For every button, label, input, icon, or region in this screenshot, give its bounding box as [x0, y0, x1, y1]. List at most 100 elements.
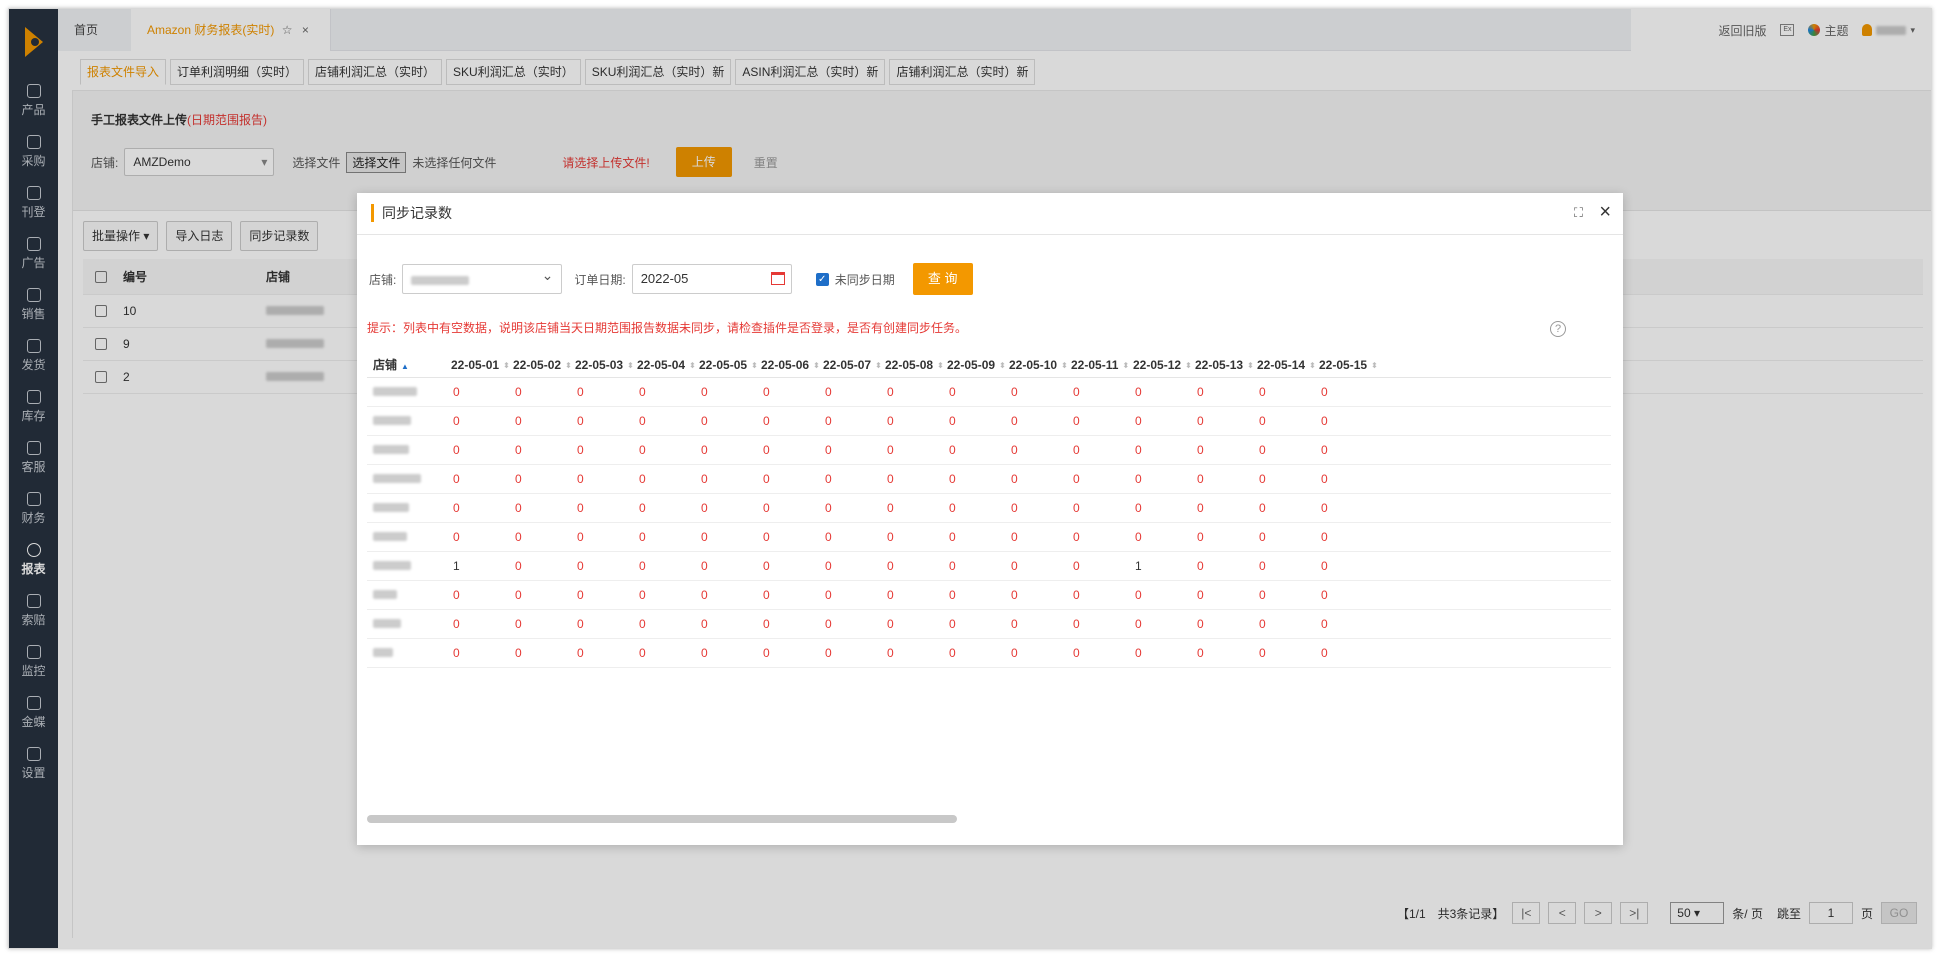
count-cell: 0 — [1003, 609, 1065, 639]
count-cell: 0 — [1003, 377, 1065, 407]
col-date-header[interactable]: 22-05-13 ⬍ — [1189, 353, 1254, 378]
count-cell: 0 — [631, 522, 693, 552]
modal-title: 同步记录数 — [371, 204, 452, 222]
count-cell: 0 — [507, 638, 569, 668]
sort-icon[interactable]: ⬍ — [751, 361, 758, 370]
col-date-header[interactable]: 22-05-10 ⬍ — [1003, 353, 1068, 378]
order-date-input[interactable]: 2022-05 — [631, 264, 792, 294]
col-date-header[interactable]: 22-05-15 ⬍ — [1313, 353, 1378, 378]
row-spacer — [1375, 435, 1611, 465]
count-cell: 0 — [1189, 377, 1251, 407]
count-cell: 0 — [941, 522, 1003, 552]
row-store — [367, 493, 445, 523]
table-row: 100000000001000 — [367, 551, 1611, 581]
count-cell: 0 — [507, 435, 569, 465]
sort-icon[interactable]: ⬍ — [1061, 361, 1068, 370]
col-date-header[interactable]: 22-05-06 ⬍ — [755, 353, 820, 378]
col-date-header[interactable]: 22-05-01 ⬍ — [445, 353, 510, 378]
count-cell: 0 — [941, 464, 1003, 494]
count-cell: 0 — [1065, 493, 1127, 523]
count-cell: 0 — [693, 377, 755, 407]
sort-icon[interactable]: ⬍ — [503, 361, 510, 370]
modal-store-select[interactable] — [402, 264, 563, 294]
count-cell: 0 — [631, 435, 693, 465]
sort-icon[interactable]: ⬍ — [875, 361, 882, 370]
col-date-header[interactable]: 22-05-09 ⬍ — [941, 353, 1006, 378]
count-cell: 0 — [1003, 551, 1065, 581]
count-cell: 0 — [569, 406, 631, 436]
count-cell: 0 — [1189, 522, 1251, 552]
sort-icon[interactable]: ⬍ — [689, 361, 696, 370]
sync-hint: 提示：列表中有空数据，说明该店铺当天日期范围报告数据未同步，请检查插件是否登录，… — [367, 321, 968, 335]
count-cell: 0 — [569, 464, 631, 494]
sort-asc-icon[interactable]: ▲ — [401, 362, 409, 371]
expand-icon[interactable]: ⛶ — [1574, 205, 1583, 221]
count-cell: 0 — [1065, 435, 1127, 465]
col-date-header[interactable]: 22-05-07 ⬍ — [817, 353, 882, 378]
count-cell: 0 — [569, 522, 631, 552]
count-cell: 0 — [445, 580, 507, 610]
sort-icon[interactable]: ⬍ — [999, 361, 1006, 370]
col-date-header[interactable]: 22-05-04 ⬍ — [631, 353, 696, 378]
row-store — [367, 406, 445, 436]
count-cell: 0 — [817, 493, 879, 523]
count-cell: 0 — [507, 377, 569, 407]
count-cell: 0 — [631, 580, 693, 610]
count-cell: 0 — [445, 464, 507, 494]
table-row: 000000000000000 — [367, 522, 1611, 552]
close-icon[interactable]: × — [1599, 201, 1611, 224]
col-date-header[interactable]: 22-05-02 ⬍ — [507, 353, 572, 378]
col-date-header[interactable]: 22-05-03 ⬍ — [569, 353, 634, 378]
sort-icon[interactable]: ⬍ — [627, 361, 634, 370]
col-date-header[interactable]: 22-05-12 ⬍ — [1127, 353, 1192, 378]
count-cell: 0 — [879, 638, 941, 668]
row-store — [367, 435, 445, 465]
sort-icon[interactable]: ⬍ — [1371, 361, 1378, 370]
count-cell: 0 — [817, 609, 879, 639]
row-store — [367, 551, 445, 581]
col-date-header[interactable]: 22-05-05 ⬍ — [693, 353, 758, 378]
col-date-header[interactable]: 22-05-14 ⬍ — [1251, 353, 1316, 378]
count-cell: 0 — [1313, 435, 1375, 465]
count-cell: 0 — [1003, 580, 1065, 610]
table-row: 000000000000000 — [367, 464, 1611, 494]
count-cell: 0 — [1313, 551, 1375, 581]
count-cell: 0 — [1065, 580, 1127, 610]
count-cell: 0 — [1065, 609, 1127, 639]
sort-icon[interactable]: ⬍ — [1122, 361, 1129, 370]
count-cell: 0 — [1189, 638, 1251, 668]
count-cell: 0 — [1127, 435, 1189, 465]
count-cell: 0 — [507, 580, 569, 610]
count-cell: 0 — [879, 406, 941, 436]
count-cell: 1 — [1127, 551, 1189, 581]
count-cell: 0 — [941, 377, 1003, 407]
sort-icon[interactable]: ⬍ — [937, 361, 944, 370]
count-cell: 0 — [1127, 638, 1189, 668]
count-cell: 0 — [507, 609, 569, 639]
col-date-header[interactable]: 22-05-08 ⬍ — [879, 353, 944, 378]
calendar-icon[interactable] — [770, 272, 785, 285]
count-cell: 0 — [1251, 406, 1313, 436]
count-cell: 0 — [693, 493, 755, 523]
count-cell: 0 — [1127, 580, 1189, 610]
row-spacer — [1375, 464, 1611, 494]
horizontal-scrollbar[interactable] — [367, 815, 957, 823]
count-cell: 0 — [1003, 406, 1065, 436]
count-cell: 0 — [569, 638, 631, 668]
query-button[interactable]: 查 询 — [912, 263, 973, 295]
sort-icon[interactable]: ⬍ — [1185, 361, 1192, 370]
table-row: 000000000000000 — [367, 580, 1611, 610]
table-row: 000000000000000 — [367, 638, 1611, 668]
count-cell: 0 — [569, 377, 631, 407]
sort-icon[interactable]: ⬍ — [565, 361, 572, 370]
count-cell: 0 — [1065, 522, 1127, 552]
count-cell: 0 — [941, 435, 1003, 465]
col-date-header[interactable]: 22-05-11 ⬍ — [1065, 353, 1129, 378]
sort-icon[interactable]: ⬍ — [813, 361, 820, 370]
help-icon[interactable]: ? — [1550, 321, 1566, 337]
unsynced-checkbox[interactable]: ✓ — [815, 272, 829, 286]
count-cell: 0 — [879, 551, 941, 581]
col-store-header[interactable]: 店铺 ▲ — [367, 353, 445, 378]
sort-icon[interactable]: ⬍ — [1309, 361, 1316, 370]
sort-icon[interactable]: ⬍ — [1247, 361, 1254, 370]
